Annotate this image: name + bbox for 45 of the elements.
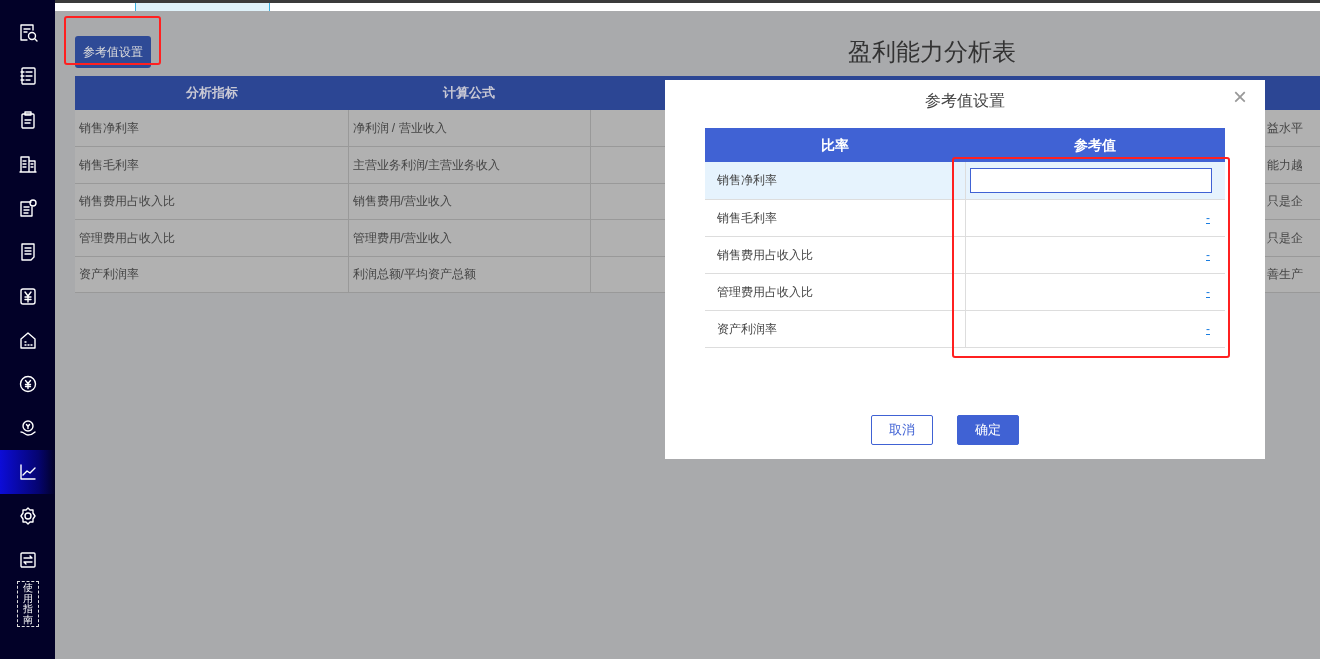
- column-header: 参考值: [965, 128, 1225, 162]
- settings-button[interactable]: 参考值设置: [75, 35, 151, 68]
- buildings-icon[interactable]: [17, 154, 38, 174]
- column-header: 分析指标: [75, 75, 348, 110]
- table-cell: 销售毛利率: [705, 199, 965, 236]
- table-cell: 益水平: [1267, 120, 1303, 135]
- cancel-button[interactable]: 取消: [871, 414, 933, 445]
- table-cell: 销售净利率: [705, 162, 965, 199]
- transfer-icon[interactable]: [17, 550, 38, 570]
- table-cell: 管理费用占收入比: [75, 219, 348, 257]
- tab-strip[interactable]: [135, 2, 270, 11]
- table-cell: 销售毛利率: [75, 146, 348, 183]
- confirm-button[interactable]: 确定: [957, 414, 1019, 445]
- table-cell: 只是企: [1267, 230, 1303, 245]
- table-cell: 销售费用/营业收入: [348, 183, 590, 220]
- column-header: 计算公式: [348, 75, 590, 110]
- line-chart-icon[interactable]: [17, 462, 38, 482]
- table-cell: 资产利润率: [705, 310, 965, 347]
- table-cell: 管理费用/营业收入: [348, 219, 590, 257]
- value-link[interactable]: -: [1206, 319, 1210, 338]
- list-icon[interactable]: [17, 66, 38, 86]
- table-cell: 销售净利率: [75, 109, 348, 147]
- document-coin-icon[interactable]: [17, 198, 38, 218]
- yen-circle-icon[interactable]: [17, 374, 38, 394]
- table-cell: 主营业务利润/主营业务收入: [348, 146, 590, 183]
- page-title: 盈利能力分析表: [848, 36, 1016, 67]
- table-cell: 善生产: [1267, 267, 1303, 282]
- table-cell: 销售费用占收入比: [75, 183, 348, 220]
- value-input[interactable]: [969, 167, 1212, 193]
- column-header: 比率: [705, 128, 965, 162]
- table-cell: 净利润 / 营业收入: [348, 109, 590, 147]
- dialog-title: 参考值设置: [925, 92, 1005, 109]
- yen-icon[interactable]: [17, 286, 38, 306]
- table-cell: 销售费用占收入比: [705, 236, 965, 273]
- table-cell: 管理费用占收入比: [705, 273, 965, 310]
- document-search-icon[interactable]: [17, 22, 38, 42]
- table-cell: 只是企: [1267, 194, 1303, 209]
- hand-coin-icon[interactable]: [17, 418, 38, 438]
- house-icon[interactable]: [17, 330, 38, 350]
- gear-icon[interactable]: [17, 506, 38, 526]
- table-cell: 资产利润率: [75, 256, 348, 293]
- close-button[interactable]: ×: [1227, 84, 1253, 110]
- table-cell: 利润总额/平均资产总额: [348, 256, 590, 293]
- guide-icon[interactable]: 使用指南: [16, 581, 39, 627]
- table-cell: 能力越: [1267, 157, 1303, 172]
